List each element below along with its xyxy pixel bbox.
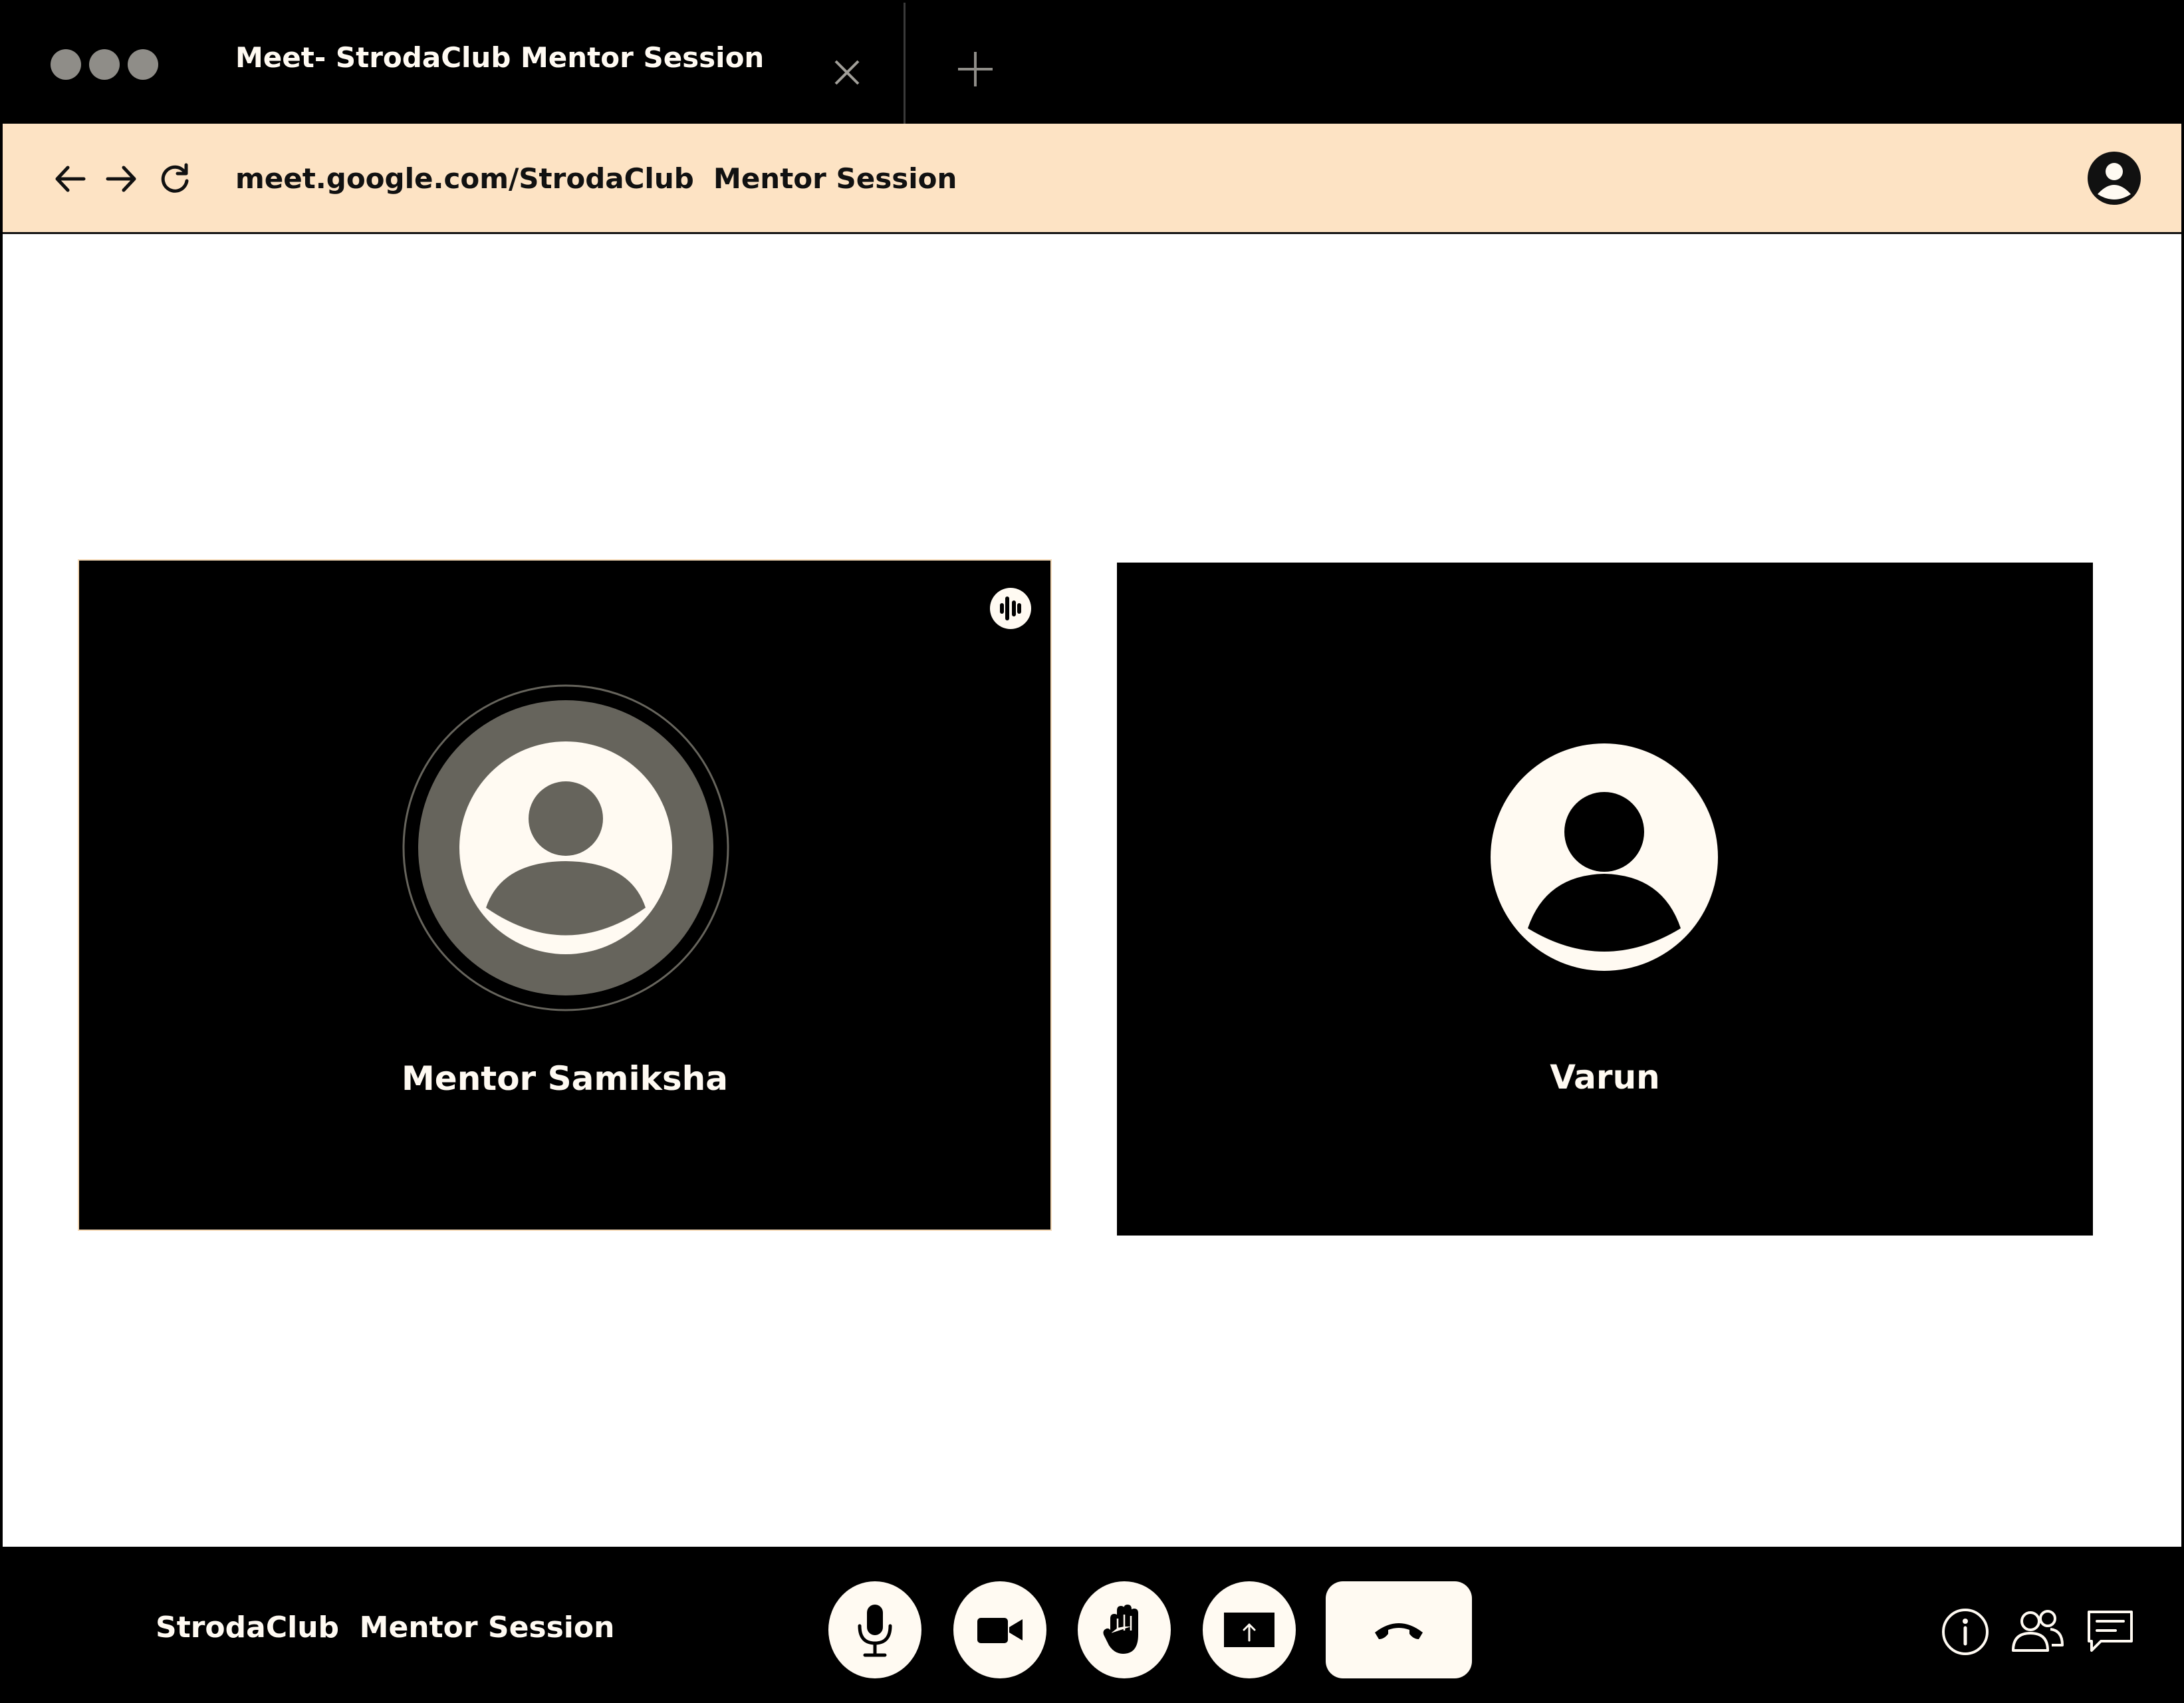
info-icon[interactable] xyxy=(1940,1607,1991,1657)
participant-name: Mentor Samiksha xyxy=(402,1059,728,1098)
participant-name: Varun xyxy=(1550,1058,1660,1097)
arrow-left-icon[interactable] xyxy=(52,161,88,197)
raise-hand-button[interactable] xyxy=(1078,1581,1171,1678)
browser-window: Meet- StrodaClub Mentor Session meet.goo… xyxy=(0,0,2184,1703)
window-dot-icon[interactable] xyxy=(128,49,158,80)
reload-icon[interactable] xyxy=(157,161,193,197)
tab-divider xyxy=(904,3,906,124)
audio-level-icon xyxy=(990,588,1031,629)
camera-icon xyxy=(977,1618,1023,1643)
people-icon[interactable] xyxy=(2009,1607,2065,1657)
hand-icon xyxy=(1103,1604,1138,1654)
close-icon[interactable] xyxy=(830,56,864,89)
end-call-button[interactable] xyxy=(1326,1581,1472,1678)
participant-tile-mentor-samiksha[interactable]: Mentor Samiksha xyxy=(78,559,1052,1231)
window-dot-icon[interactable] xyxy=(89,49,120,80)
phone-hangup-icon xyxy=(1375,1623,1423,1639)
microphone-button[interactable] xyxy=(828,1581,921,1678)
present-screen-icon xyxy=(1224,1613,1274,1647)
arrow-right-icon[interactable] xyxy=(104,161,140,197)
chat-icon[interactable] xyxy=(2085,1607,2135,1657)
url-field[interactable]: meet.google.com/StrodaClub Mentor Sessio… xyxy=(235,162,957,195)
camera-button[interactable] xyxy=(953,1581,1046,1678)
avatar-mentor-samiksha xyxy=(402,684,729,1011)
account-icon[interactable] xyxy=(2086,150,2142,206)
tab-title[interactable]: Meet- StrodaClub Mentor Session xyxy=(235,41,764,74)
meeting-name: StrodaClub Mentor Session xyxy=(156,1611,615,1644)
control-bar: StrodaClub Mentor Session xyxy=(3,1547,2181,1700)
address-bar: meet.google.com/StrodaClub Mentor Sessio… xyxy=(3,124,2181,234)
present-screen-button[interactable] xyxy=(1203,1581,1296,1678)
avatar-varun xyxy=(1491,743,1718,971)
participant-tile-varun[interactable]: Varun xyxy=(1117,563,2093,1236)
plus-icon[interactable] xyxy=(955,49,995,89)
microphone-icon xyxy=(858,1605,892,1657)
window-dot-icon[interactable] xyxy=(51,49,81,80)
tab-bar: Meet- StrodaClub Mentor Session xyxy=(3,3,2181,124)
